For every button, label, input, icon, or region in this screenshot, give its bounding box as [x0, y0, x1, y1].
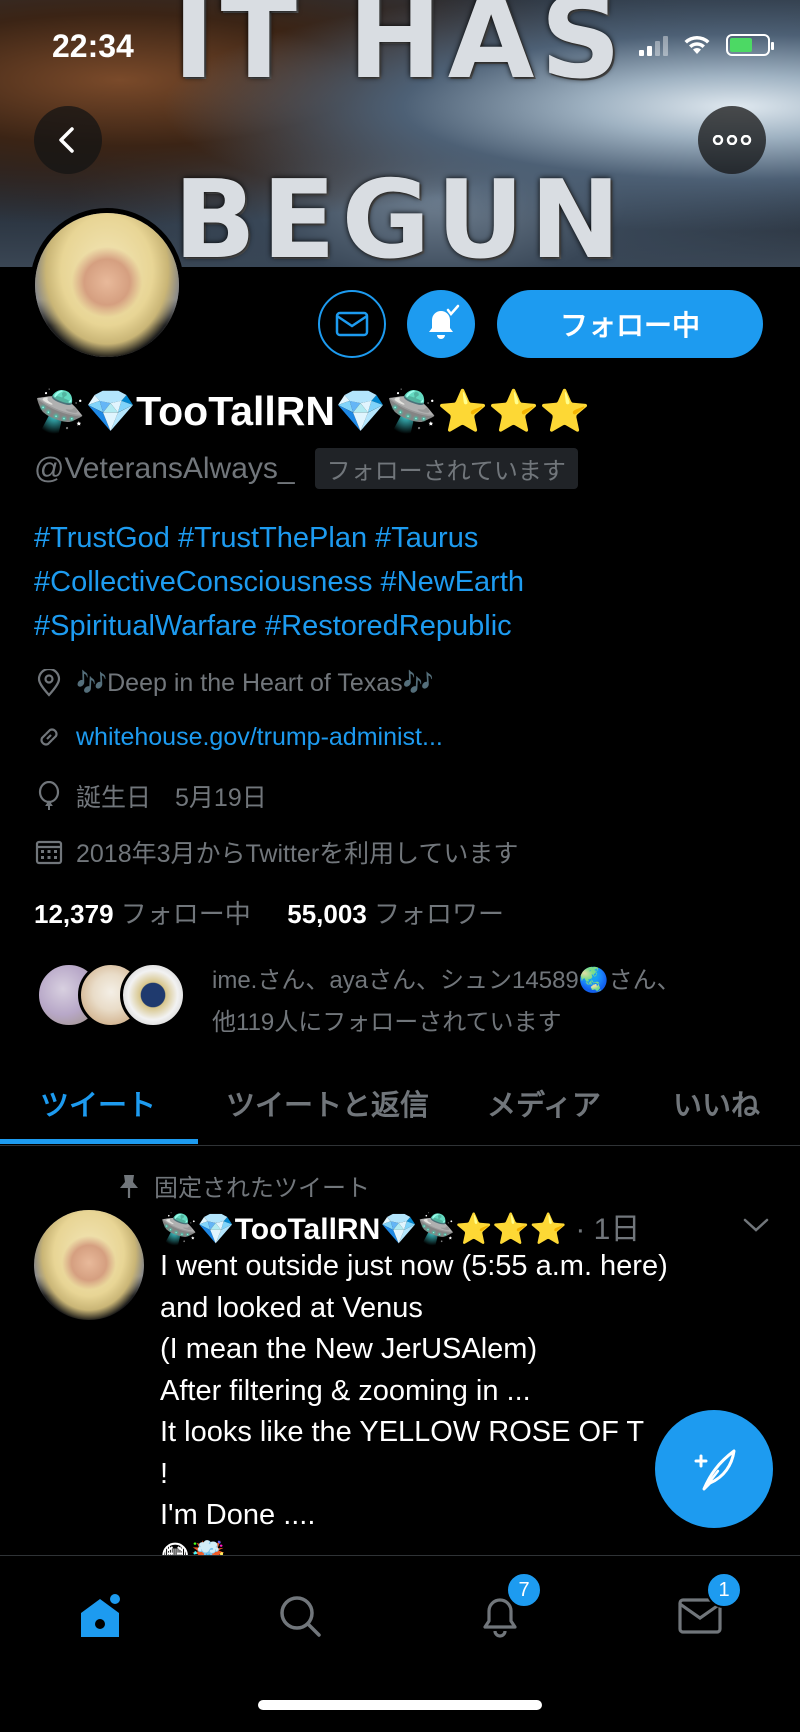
tweet-line: After filtering & zooming in ... — [160, 1374, 531, 1407]
wifi-icon — [684, 35, 710, 54]
chevron-left-icon — [59, 127, 74, 153]
search-icon — [280, 1596, 321, 1637]
pinned-label-text: 固定されたツイート — [154, 1175, 370, 1202]
nav-messages[interactable]: 1 — [670, 1572, 742, 1646]
following-button[interactable]: フォロー中 — [497, 290, 763, 358]
bio-line[interactable]: #SpiritualWarfare #RestoredRepublic — [34, 604, 774, 648]
notifications-badge: 7 — [506, 1572, 542, 1608]
back-button[interactable] — [34, 106, 102, 174]
website-row: whitehouse.gov/trump-administ... — [34, 722, 443, 752]
avatar — [120, 962, 186, 1028]
followers-count-link[interactable]: 55,003 フォロワー — [287, 899, 504, 929]
follow-counts: 12,379 フォロー中 55,003 フォロワー — [34, 894, 504, 931]
location-text: 🎶Deep in the Heart of Texas🎶 — [76, 668, 434, 697]
tweet-line: (I mean the New JerUSAlem) — [160, 1333, 538, 1365]
following-count-link[interactable]: 12,379 フォロー中 — [34, 899, 251, 929]
pin-icon — [120, 1174, 138, 1198]
calendar-icon — [34, 837, 64, 867]
link-icon — [34, 722, 64, 752]
more-options-button[interactable] — [698, 106, 766, 174]
status-time: 22:34 — [52, 28, 134, 64]
nav-search[interactable] — [270, 1586, 330, 1646]
status-icons — [639, 34, 774, 56]
followers-count: 55,003 — [287, 899, 367, 929]
cellular-signal-icon — [639, 34, 668, 56]
chevron-down-icon — [743, 1218, 769, 1232]
following-count: 12,379 — [34, 899, 114, 929]
tab-media[interactable]: メディア — [487, 1082, 601, 1124]
profile-avatar[interactable] — [30, 208, 184, 362]
followers-label: フォロワー — [374, 899, 505, 929]
birthday-row: 誕生日 5月19日 — [34, 778, 267, 814]
message-button[interactable] — [318, 290, 386, 358]
messages-badge: 1 — [706, 1572, 742, 1608]
tweet-header: 🛸💎TooTallRN💎🛸⭐⭐⭐ · 1日 — [160, 1204, 640, 1248]
tab-tweets-and-replies[interactable]: ツイートと返信 — [226, 1082, 429, 1124]
mutual-followers-avatars[interactable] — [36, 962, 186, 1028]
active-tab-indicator — [0, 1139, 198, 1144]
nav-home[interactable] — [70, 1586, 130, 1646]
bio: #TrustGod #TrustThePlan #Taurus #Collect… — [34, 516, 774, 648]
user-handle: @VeteransAlways_ — [34, 451, 295, 485]
tab-tweets[interactable]: ツイート — [40, 1082, 156, 1124]
mutual-followers-text[interactable]: ime.さん、ayaさん、シュン14589🌏さん、 他119人にフォローされてい… — [212, 960, 772, 1044]
envelope-icon — [335, 311, 369, 337]
bio-line[interactable]: #TrustGod #TrustThePlan #Taurus — [34, 516, 774, 560]
website-link[interactable]: whitehouse.gov/trump-administ... — [76, 723, 443, 752]
tab-likes[interactable]: いいね — [673, 1082, 760, 1124]
balloon-icon — [34, 781, 64, 811]
compose-tweet-button[interactable] — [655, 1410, 773, 1528]
handle-row: @VeteransAlways_ フォローされています — [34, 448, 578, 489]
tweet-avatar[interactable] — [34, 1210, 144, 1320]
notifications-subscribed-button[interactable] — [407, 290, 475, 358]
tweet-time: · 1日 — [575, 1213, 641, 1246]
mutual-followers-line2: 他119人にフォローされています — [212, 1009, 562, 1036]
tweet-menu-button[interactable] — [742, 1216, 770, 1239]
pinned-tweet-label: 固定されたツイート — [118, 1168, 370, 1203]
home-indicator[interactable] — [258, 1700, 542, 1710]
profile-tabs: ツイート ツイートと返信 メディア いいね — [0, 1064, 800, 1146]
more-dots-icon — [712, 135, 752, 145]
display-name: 🛸💎TooTallRN💎🛸⭐⭐⭐ — [34, 388, 591, 434]
joined-text: 2018年3月からTwitterを利用しています — [76, 840, 519, 868]
nav-notifications[interactable]: 7 — [470, 1572, 542, 1646]
following-label: フォロー中 — [120, 899, 251, 929]
compose-feather-icon — [694, 1449, 736, 1491]
tweet-text[interactable]: I went outside just now (5:55 a.m. here)… — [160, 1246, 760, 1578]
battery-icon — [726, 34, 774, 56]
tweet-line: I went outside just now (5:55 a.m. here) — [160, 1250, 668, 1282]
birthday-label: 誕生日 — [76, 784, 152, 812]
joined-row: 2018年3月からTwitterを利用しています — [34, 834, 518, 870]
bell-check-icon — [429, 304, 460, 339]
home-icon — [81, 1594, 120, 1637]
tweet-line: and looked at Venus — [160, 1291, 423, 1324]
mutual-followers-line1: ime.さん、ayaさん、シュン14589🌏さん、 — [212, 967, 681, 994]
birthday-value: 5月19日 — [175, 784, 267, 812]
bio-line[interactable]: #CollectiveConsciousness #NewEarth — [34, 560, 774, 604]
tweet-author[interactable]: 🛸💎TooTallRN💎🛸⭐⭐⭐ — [160, 1213, 567, 1246]
follows-you-badge: フォローされています — [314, 448, 578, 489]
location-row: 🎶Deep in the Heart of Texas🎶 — [34, 668, 434, 698]
location-pin-icon — [34, 668, 64, 698]
